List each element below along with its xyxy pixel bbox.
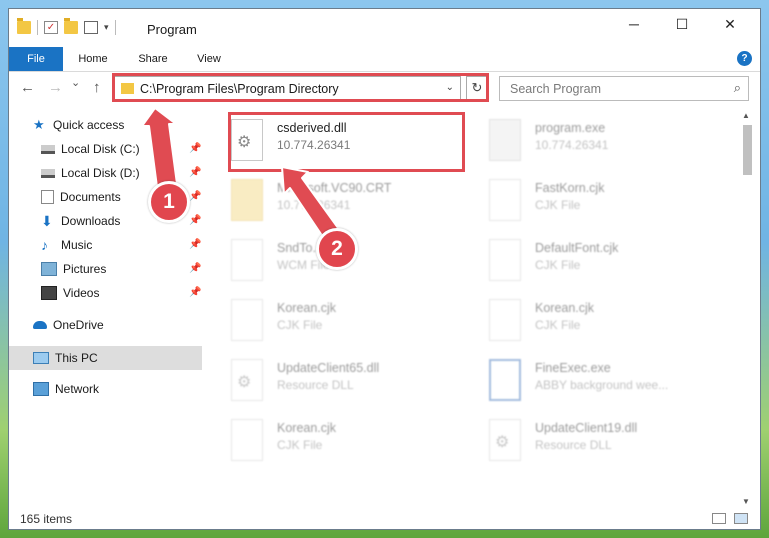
step-2-badge: 2 [316, 228, 358, 270]
step1-arrow [141, 107, 178, 188]
annotation-arrows [141, 107, 342, 244]
step-1-badge: 1 [148, 181, 190, 223]
explorer-window: ✓ ▾ Program ─ ☐ ✕ File Home Share View ?… [8, 8, 761, 530]
